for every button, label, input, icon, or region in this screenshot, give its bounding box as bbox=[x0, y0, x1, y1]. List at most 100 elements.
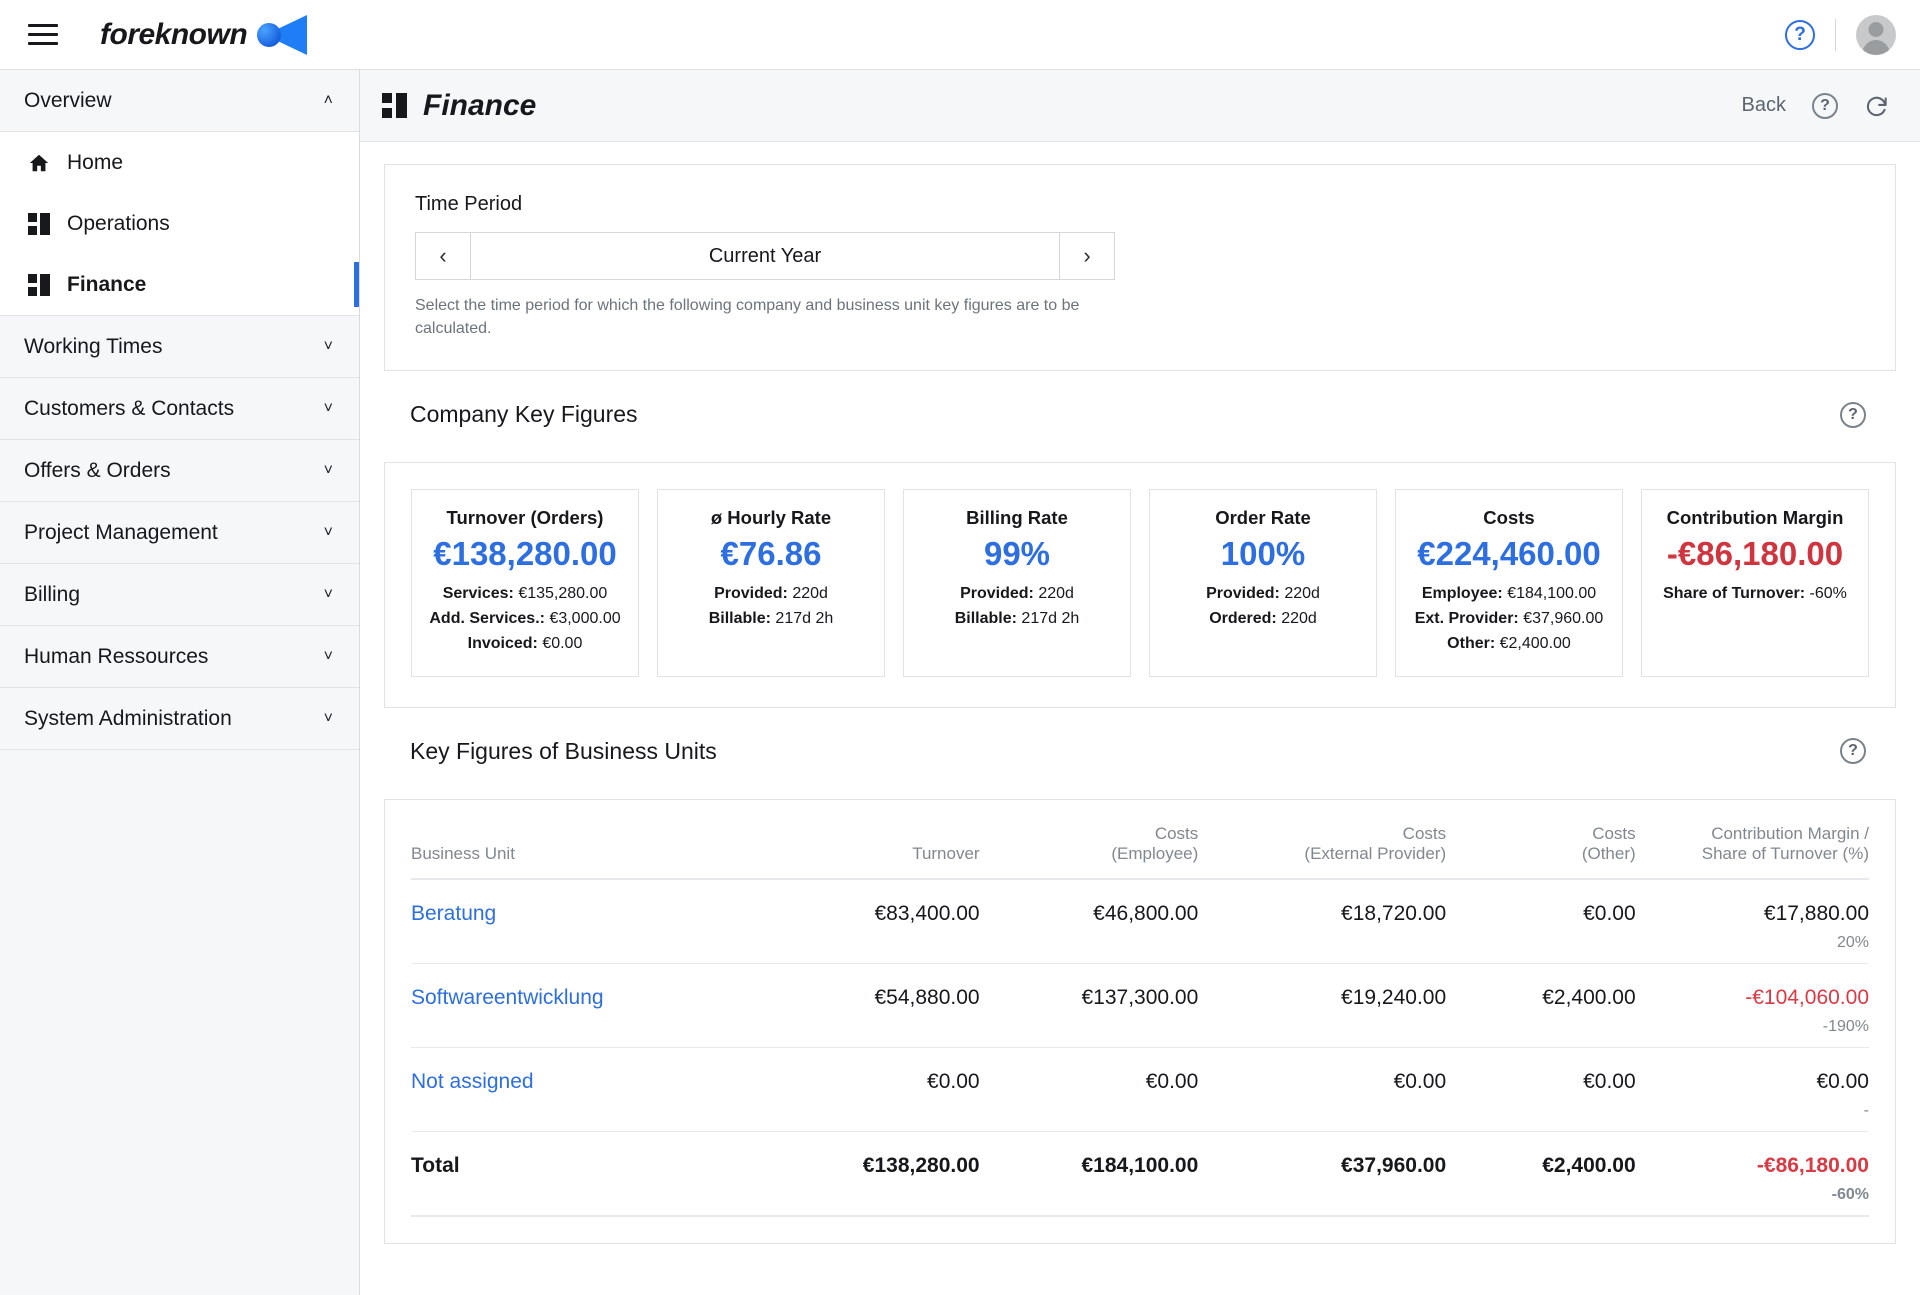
hamburger-icon[interactable] bbox=[22, 14, 64, 56]
cell-costs-external-provider: €37,960.00 bbox=[1198, 1131, 1447, 1217]
kpi-title: ø Hourly Rate bbox=[710, 507, 832, 529]
page-header: Finance Back ? bbox=[360, 70, 1920, 142]
page-scroll-area: Time Period ‹ Current Year › Select the … bbox=[360, 142, 1920, 1295]
sidebar-group-project-management[interactable]: Project Management ˅ bbox=[0, 502, 359, 564]
business-unit-link[interactable]: Not assigned bbox=[411, 1070, 534, 1093]
cell-contribution-margin: -€86,180.00 -60% bbox=[1635, 1131, 1869, 1217]
cell-total-label: Total bbox=[411, 1131, 761, 1217]
kpi-row: Turnover (Orders) €138,280.00 Services: … bbox=[385, 463, 1895, 706]
kpi-detail-label: Ordered: bbox=[1209, 610, 1277, 628]
brand-mark-icon bbox=[257, 14, 309, 55]
cell-costs-other: €0.00 bbox=[1446, 1047, 1636, 1132]
kpi-card-costs: Costs €224,460.00 Employee: €184,100.00 … bbox=[1395, 489, 1623, 677]
table-body: Beratung €83,400.00 €46,800.00 €18,720.0… bbox=[411, 878, 1869, 1217]
chevron-down-icon: ˅ bbox=[323, 461, 333, 479]
kpi-detail-value: €184,100.00 bbox=[1507, 585, 1597, 603]
kpi-value: €76.86 bbox=[720, 535, 822, 573]
chevron-left-icon[interactable]: ‹ bbox=[416, 233, 471, 279]
cell-turnover: €0.00 bbox=[760, 1047, 980, 1132]
kpi-detail-value: €135,280.00 bbox=[518, 585, 608, 603]
help-circle-icon[interactable]: ? bbox=[1840, 738, 1866, 765]
sidebar: Overview ˄ Home Operations Finance Worki… bbox=[0, 70, 360, 1295]
brand-logo[interactable]: foreknown bbox=[100, 14, 309, 55]
cell-contribution-margin: €17,880.00 20% bbox=[1635, 878, 1869, 964]
grid-icon bbox=[28, 212, 50, 235]
page-title-text: Finance bbox=[423, 88, 537, 122]
sidebar-group-billing[interactable]: Billing ˅ bbox=[0, 564, 359, 626]
contribution-margin-value: €17,880.00 bbox=[1763, 901, 1869, 925]
cell-costs-external-provider: €18,720.00 bbox=[1198, 878, 1447, 964]
help-circle-icon[interactable]: ? bbox=[1785, 19, 1815, 50]
sidebar-group-label: System Administration bbox=[24, 706, 232, 730]
share-of-turnover-value: -60% bbox=[1831, 1185, 1869, 1203]
sidebar-item-finance[interactable]: Finance bbox=[0, 254, 359, 315]
company-key-figures-header: Company Key Figures ? bbox=[384, 371, 1896, 440]
kpi-detail-label: Employee: bbox=[1421, 585, 1503, 603]
table-row: Softwareentwicklung €54,880.00 €137,300.… bbox=[411, 963, 1869, 1048]
column-header-line1: Contribution Margin / bbox=[1711, 823, 1869, 843]
kpi-detail-value: 217d 2h bbox=[1021, 610, 1080, 628]
kpi-detail-value: €37,960.00 bbox=[1523, 610, 1604, 628]
time-period-value[interactable]: Current Year bbox=[471, 233, 1059, 279]
sidebar-group-offers-orders[interactable]: Offers & Orders ˅ bbox=[0, 440, 359, 502]
share-of-turnover-value: -190% bbox=[1822, 1017, 1869, 1035]
cell-costs-employee: €137,300.00 bbox=[979, 963, 1199, 1048]
time-period-hint: Select the time period for which the fol… bbox=[415, 297, 1080, 338]
table-row-total: Total €138,280.00 €184,100.00 €37,960.00… bbox=[411, 1131, 1869, 1217]
page-header-actions: Back ? bbox=[1742, 92, 1890, 119]
company-key-figures-card: Turnover (Orders) €138,280.00 Services: … bbox=[384, 462, 1896, 708]
kpi-title: Contribution Margin bbox=[1666, 507, 1844, 529]
kpi-detail-label: Ext. Provider: bbox=[1414, 610, 1519, 628]
column-header-costs-external-provider: Costs (External Provider) bbox=[1198, 799, 1447, 880]
kpi-detail-label: Provided: bbox=[960, 585, 1034, 603]
kpi-value: €224,460.00 bbox=[1417, 535, 1601, 573]
table-row: Not assigned €0.00 €0.00 €0.00 €0.00 €0.… bbox=[411, 1047, 1869, 1132]
business-unit-link[interactable]: Softwareentwicklung bbox=[411, 986, 604, 1009]
sidebar-group-customers-contacts[interactable]: Customers & Contacts ˅ bbox=[0, 378, 359, 440]
cell-contribution-margin: €0.00 - bbox=[1635, 1047, 1869, 1132]
contribution-margin-value: -€104,060.00 bbox=[1745, 985, 1869, 1009]
kpi-details: Employee: €184,100.00 Ext. Provider: €37… bbox=[1408, 582, 1610, 656]
sidebar-item-operations[interactable]: Operations bbox=[0, 193, 359, 254]
top-bar: foreknown ? bbox=[0, 0, 1920, 70]
business-units-card: Business Unit Turnover Costs (Employee) bbox=[384, 798, 1896, 1244]
kpi-detail-value: €2,400.00 bbox=[1499, 634, 1571, 652]
kpi-title: Order Rate bbox=[1215, 507, 1311, 529]
sidebar-item-label: Home bbox=[67, 150, 124, 174]
chevron-down-icon: ˅ bbox=[323, 585, 333, 603]
kpi-card-billing-rate: Billing Rate 99% Provided: 220d Billable… bbox=[903, 489, 1131, 677]
table-head: Business Unit Turnover Costs (Employee) bbox=[411, 799, 1869, 880]
brand-name: foreknown bbox=[100, 17, 248, 51]
column-header-line1: Costs bbox=[1154, 823, 1199, 843]
sidebar-group-working-times[interactable]: Working Times ˅ bbox=[0, 316, 359, 378]
cell-business-unit: Not assigned bbox=[411, 1047, 761, 1132]
kpi-detail-value: 220d bbox=[1038, 585, 1074, 603]
kpi-value: -€86,180.00 bbox=[1666, 535, 1844, 573]
kpi-detail-label: Services: bbox=[442, 585, 514, 603]
help-circle-icon[interactable]: ? bbox=[1812, 92, 1838, 119]
sidebar-group-human-ressources[interactable]: Human Ressources ˅ bbox=[0, 626, 359, 688]
sidebar-group-label: Project Management bbox=[24, 520, 218, 544]
top-bar-actions: ? bbox=[1785, 14, 1896, 55]
sidebar-group-overview[interactable]: Overview ˄ bbox=[0, 70, 359, 132]
chevron-down-icon: ˅ bbox=[323, 523, 333, 541]
contribution-margin-value: -€86,180.00 bbox=[1756, 1153, 1869, 1177]
user-avatar-icon[interactable] bbox=[1856, 14, 1896, 55]
kpi-detail-value: 220d bbox=[792, 585, 828, 603]
kpi-detail-value: -60% bbox=[1809, 585, 1847, 603]
kpi-title: Turnover (Orders) bbox=[446, 507, 604, 529]
sidebar-item-home[interactable]: Home bbox=[0, 132, 359, 193]
main-content: Finance Back ? Time Period ‹ Current Yea… bbox=[360, 70, 1920, 1295]
column-header-line2: Business Unit bbox=[411, 843, 515, 863]
help-circle-icon[interactable]: ? bbox=[1840, 401, 1866, 428]
chevron-right-icon[interactable]: › bbox=[1059, 233, 1114, 279]
sidebar-group-overview-items: Home Operations Finance bbox=[0, 132, 359, 316]
column-header-line2: Share of Turnover (%) bbox=[1701, 843, 1869, 863]
cell-business-unit: Beratung bbox=[411, 878, 761, 964]
sidebar-group-system-administration[interactable]: System Administration ˅ bbox=[0, 688, 359, 750]
business-unit-link[interactable]: Beratung bbox=[411, 902, 496, 925]
back-button[interactable]: Back bbox=[1742, 94, 1786, 117]
table-row: Beratung €83,400.00 €46,800.00 €18,720.0… bbox=[411, 878, 1869, 964]
page-title: Finance bbox=[382, 89, 536, 123]
refresh-icon[interactable] bbox=[1864, 93, 1890, 119]
